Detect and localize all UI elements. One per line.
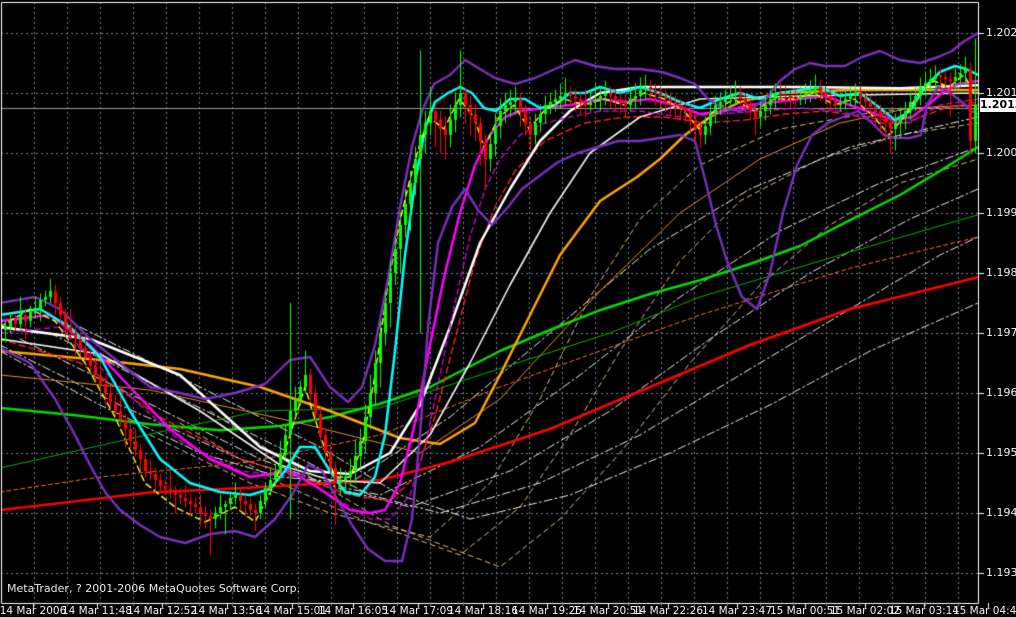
price-axis-label: 1.2025 xyxy=(986,26,1016,39)
current-price-badge: 1.2013 xyxy=(980,98,1016,112)
time-axis-label: 14 Mar 23:47 xyxy=(701,605,773,617)
chart-plot-area[interactable] xyxy=(0,0,1016,617)
price-axis-label: 1.1985 xyxy=(986,266,1016,279)
metatrader-chart-window: { "app": { "copyright": "MetaTrader, ? 2… xyxy=(0,0,1016,617)
price-axis-label: 1.1945 xyxy=(986,506,1016,519)
price-axis-label: 1.1935 xyxy=(986,566,1016,579)
price-axis-label: 1.1955 xyxy=(986,446,1016,459)
price-axis-label: 1.1975 xyxy=(986,326,1016,339)
price-axis-label: 1.2005 xyxy=(986,146,1016,159)
time-axis-label: 15 Mar 04:49 xyxy=(952,605,1016,617)
time-axis-label: 14 Mar 22:26 xyxy=(632,605,704,617)
price-axis-label: 1.1965 xyxy=(986,386,1016,399)
copyright-text: MetaTrader, ? 2001-2006 MetaQuotes Softw… xyxy=(7,582,301,595)
price-axis-label: 1.1995 xyxy=(986,206,1016,219)
